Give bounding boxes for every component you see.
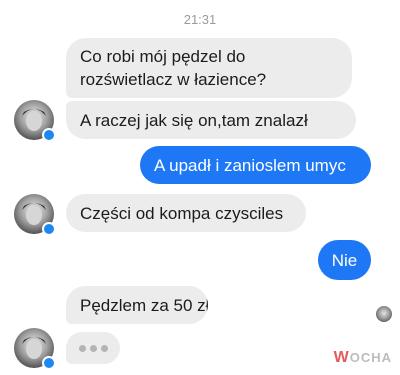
message-text: A upadł i zanioslem umyc xyxy=(154,156,346,175)
message-bubble[interactable]: A raczej jak się on,tam znalazł xyxy=(66,101,356,139)
typing-dots-icon xyxy=(100,344,108,352)
watermark-logo: WOCHA xyxy=(334,349,392,367)
contact-avatar[interactable] xyxy=(14,328,56,370)
watermark-letter: W xyxy=(333,349,350,366)
contact-avatar[interactable] xyxy=(14,100,56,142)
timestamp: 21:31 xyxy=(183,12,217,27)
message-text: Części od kompa czysciles xyxy=(80,204,284,223)
message-bubble[interactable]: Nie xyxy=(318,240,371,280)
message-bubble[interactable]: A upadł i zanioslem umyc xyxy=(140,146,371,184)
typing-indicator xyxy=(66,332,120,364)
message-text: Co robi mój pędzel do rozświetlacz w łaz… xyxy=(80,47,267,89)
message-text: Nie xyxy=(331,251,358,270)
typing-dots-icon xyxy=(78,344,86,352)
message-text: A raczej jak się on,tam znalazł xyxy=(80,111,308,130)
message-text: Pędzlem za 50 zł xyxy=(80,296,208,315)
message-bubble[interactable]: Pędzlem za 50 zł xyxy=(66,286,208,324)
messenger-badge-icon xyxy=(42,222,56,236)
message-bubble[interactable]: Co robi mój pędzel do rozświetlacz w łaz… xyxy=(66,38,352,98)
message-bubble[interactable]: Części od kompa czysciles xyxy=(66,194,306,232)
messenger-badge-icon xyxy=(42,356,56,370)
typing-dots-icon xyxy=(89,344,97,352)
messenger-badge-icon xyxy=(42,128,56,142)
watermark-text: OCHA xyxy=(349,350,392,365)
seen-avatar-icon xyxy=(376,306,392,322)
contact-avatar[interactable] xyxy=(14,194,56,236)
